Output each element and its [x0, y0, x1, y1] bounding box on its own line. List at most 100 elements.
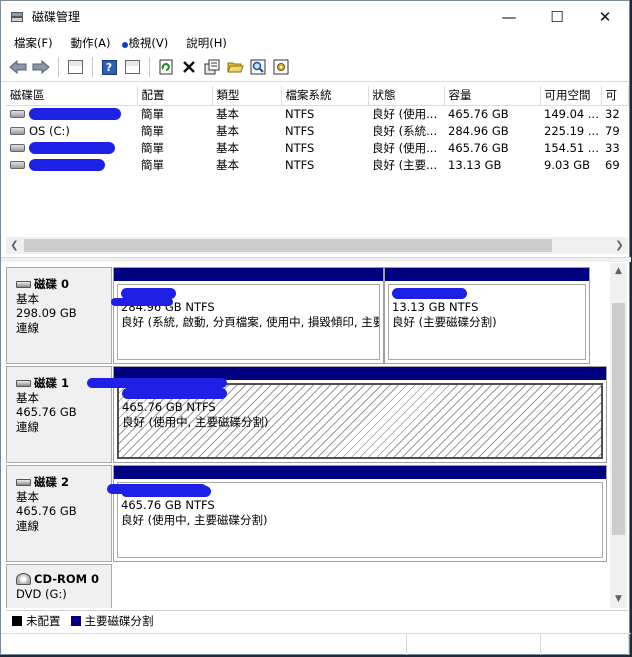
volume-filesystem: NTFS: [285, 106, 315, 121]
menu-view-label: 檢視(V): [128, 35, 169, 50]
mouse-cursor-marker: [122, 41, 129, 48]
drive-icon: [10, 109, 25, 118]
properties-grid-icon[interactable]: [64, 56, 86, 78]
title-bar[interactable]: 磁碟管理 — ☐ ✕: [1, 1, 629, 32]
vertical-scrollbar[interactable]: ▲ ▼: [610, 263, 627, 608]
pane-splitter[interactable]: [1, 257, 631, 262]
scroll-right-icon[interactable]: ❯: [611, 240, 628, 251]
disk-graphical-view: 磁碟 0 基本 298.09 GB 連線 284.96 GB NTFS 良好 (…: [6, 263, 610, 608]
table-row[interactable]: 簡單 基本 NTFS 良好 (使用... 465.76 GB 154.51 ..…: [6, 139, 628, 156]
column-header-status[interactable]: 狀態: [368, 86, 445, 106]
cd-rom-icon: [16, 573, 31, 586]
volume-layout: 簡單: [141, 140, 164, 155]
partition-info: 284.96 GB NTFS 良好 (系統, 啟動, 分頁檔案, 使用中, 損毀…: [117, 284, 380, 360]
disk-label[interactable]: 磁碟 0 基本 298.09 GB 連線: [6, 267, 112, 364]
maximize-button[interactable]: ☐: [533, 1, 581, 32]
disk-name: 磁碟 1: [34, 376, 70, 390]
drive-icon: [10, 143, 25, 152]
redacted-volume-name: [29, 141, 115, 154]
status-pane: [541, 634, 629, 655]
explore-icon[interactable]: [247, 56, 269, 78]
partition-color-bar: [114, 466, 606, 479]
volume-status: 良好 (使用...: [372, 106, 438, 121]
properties-icon[interactable]: [201, 56, 223, 78]
menu-bar: 檔案(F) 動作(A) 檢視(V) 說明(H): [1, 32, 629, 53]
legend-label-primary: 主要磁碟分割: [84, 613, 154, 628]
volume-layout: 簡單: [141, 157, 164, 172]
minimize-button[interactable]: —: [485, 1, 533, 32]
scroll-up-icon[interactable]: ▲: [610, 263, 627, 280]
table-row[interactable]: OS (C:) 簡單 基本 NTFS 良好 (系統... 284.96 GB 2…: [6, 122, 628, 139]
volume-status: 良好 (主要...: [372, 157, 438, 172]
column-header-volume[interactable]: 磁碟區: [6, 86, 138, 106]
table-row[interactable]: 簡單 基本 NTFS 良好 (主要... 13.13 GB 9.03 GB 69: [6, 156, 628, 173]
disk-row-cdrom: CD-ROM 0 DVD (G:): [6, 564, 610, 608]
volume-status: 良好 (使用...: [372, 140, 438, 155]
partition[interactable]: 465.76 GB NTFS 良好 (使用中, 主要磁碟分割): [113, 465, 607, 562]
menu-help[interactable]: 說明(H): [177, 35, 236, 51]
disk-kind: 基本: [16, 390, 39, 405]
menu-view[interactable]: 檢視(V): [119, 35, 177, 51]
volume-percent-free: 32: [605, 106, 620, 121]
volume-type: 基本: [216, 123, 239, 138]
partition-info-selected: 465.76 GB NTFS 良好 (使用中, 主要磁碟分割): [117, 383, 603, 459]
disk-name: 磁碟 2: [34, 475, 70, 489]
partition[interactable]: 284.96 GB NTFS 良好 (系統, 啟動, 分頁檔案, 使用中, 損毀…: [113, 267, 384, 364]
legend-label-unallocated: 未配置: [26, 613, 61, 628]
hard-disk-icon: [16, 280, 31, 288]
vertical-scroll-thumb[interactable]: [612, 303, 625, 535]
volume-free-space: 149.04 ...: [544, 106, 599, 121]
horizontal-scrollbar[interactable]: ❮ ❯: [6, 237, 628, 254]
column-header-type[interactable]: 類型: [212, 86, 282, 106]
partition-status: 良好 (系統, 啟動, 分頁檔案, 使用中, 損毀傾印, 主要磁碟分割): [121, 315, 379, 329]
volume-capacity: 13.13 GB: [448, 157, 502, 172]
volume-table: 磁碟區 配置 類型 檔案系統 狀態 容量 可用空間 可 簡單 基本 NTFS 良…: [6, 86, 629, 173]
disk-label[interactable]: 磁碟 2 基本 465.76 GB 連線: [6, 465, 112, 562]
disk-row-0: 磁碟 0 基本 298.09 GB 連線 284.96 GB NTFS 良好 (…: [6, 267, 610, 364]
delete-icon[interactable]: [178, 56, 200, 78]
partition[interactable]: 13.13 GB NTFS 良好 (主要磁碟分割): [384, 267, 590, 364]
open-folder-icon[interactable]: [224, 56, 246, 78]
volume-free-space: 225.19 ...: [544, 123, 599, 138]
hard-disk-icon: [16, 478, 31, 486]
redacted-partition-name: [392, 288, 467, 299]
view-grid-icon[interactable]: [121, 56, 143, 78]
column-header-free-space[interactable]: 可用空間: [540, 86, 602, 106]
column-header-filesystem[interactable]: 檔案系統: [281, 86, 369, 106]
redaction-scribble: [87, 378, 227, 388]
back-arrow-icon[interactable]: [7, 56, 29, 78]
settings-icon[interactable]: [270, 56, 292, 78]
horizontal-scroll-thumb[interactable]: [24, 239, 552, 252]
volume-free-space: 154.51 ...: [544, 140, 599, 155]
disk-kind: DVD (G:): [16, 586, 67, 601]
volume-name: OS (C:): [29, 123, 70, 138]
close-button[interactable]: ✕: [581, 1, 629, 32]
volume-percent-free: 79: [605, 123, 620, 138]
column-header-percent-free[interactable]: 可: [601, 86, 629, 106]
window-title: 磁碟管理: [32, 10, 81, 24]
disk-name: 磁碟 0: [34, 277, 70, 291]
disk-size: 298.09 GB: [16, 306, 77, 320]
status-pane: [1, 634, 407, 655]
scroll-left-icon[interactable]: ❮: [6, 240, 23, 251]
column-header-layout[interactable]: 配置: [137, 86, 213, 106]
forward-arrow-icon[interactable]: [30, 56, 52, 78]
partition-size: 465.76 GB NTFS: [122, 400, 216, 414]
hard-disk-icon: [16, 379, 31, 387]
column-header-capacity[interactable]: 容量: [444, 86, 541, 106]
scroll-down-icon[interactable]: ▼: [610, 591, 627, 608]
partition-status: 良好 (主要磁碟分割): [392, 315, 497, 329]
toolbar-separator: [58, 57, 59, 77]
volume-type: 基本: [216, 140, 239, 155]
help-icon[interactable]: ?: [98, 56, 120, 78]
table-row[interactable]: 簡單 基本 NTFS 良好 (使用... 465.76 GB 149.04 ..…: [6, 105, 628, 122]
partition-status: 良好 (使用中, 主要磁碟分割): [122, 415, 269, 429]
menu-file[interactable]: 檔案(F): [5, 35, 62, 51]
volume-percent-free: 69: [605, 157, 620, 172]
menu-action[interactable]: 動作(A): [62, 35, 120, 51]
drive-icon: [10, 160, 25, 169]
refresh-icon[interactable]: [155, 56, 177, 78]
partition-color-bar: [385, 268, 589, 281]
disk-label[interactable]: CD-ROM 0 DVD (G:): [6, 564, 112, 608]
volume-list[interactable]: 磁碟區 配置 類型 檔案系統 狀態 容量 可用空間 可 簡單 基本 NTFS 良…: [6, 86, 629, 256]
